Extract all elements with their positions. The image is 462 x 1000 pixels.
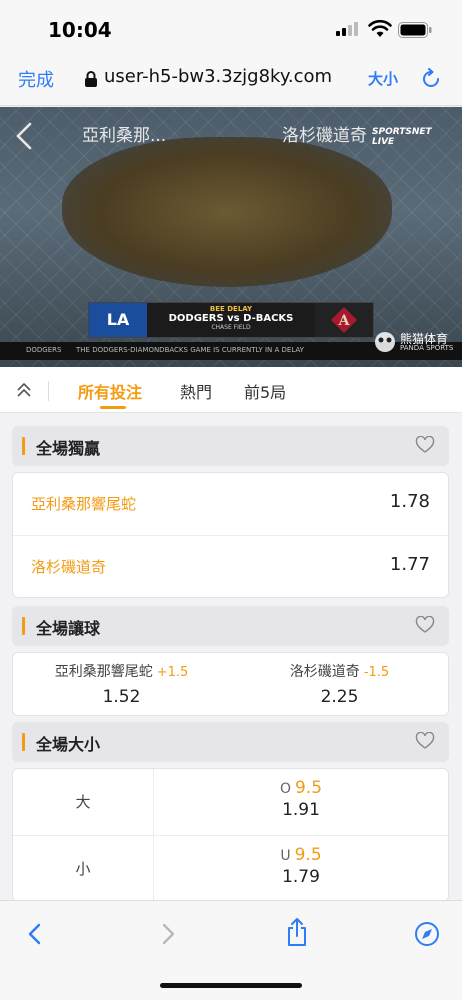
dodgers-logo: LA	[89, 303, 147, 337]
moneyline-odds: 1.77	[389, 554, 430, 575]
handicap-odds: 1.52	[102, 687, 141, 707]
status-time: 10:04	[48, 18, 112, 42]
handicap-odds: 2.25	[320, 687, 359, 707]
section-accent-bar	[22, 733, 25, 751]
browser-address-bar: 完成 user-h5-bw3.3zjg8ky.com 大小	[0, 56, 462, 106]
url-text[interactable]: user-h5-bw3.3zjg8ky.com	[104, 66, 332, 87]
video-team-right: 洛杉磯道奇	[282, 126, 367, 146]
tab-first-5-innings[interactable]: 前5局	[244, 379, 286, 403]
under-odds: 1.79	[282, 867, 320, 887]
battery-icon	[398, 22, 432, 38]
brand-sub: PANDA SPORTS	[400, 344, 454, 352]
total-title: 全場大小	[36, 735, 101, 754]
panda-logo-icon	[375, 332, 395, 352]
handicap-line: -1.5	[363, 665, 390, 680]
handicap-title: 全場讓球	[36, 619, 101, 638]
back-icon[interactable]	[22, 921, 48, 947]
moneyline-team: 洛杉磯道奇	[31, 558, 107, 576]
total-card: 大 O 9.5 1.91 小 U 9.5 1.79	[12, 768, 449, 902]
banner-venue: CHASE FIELD	[211, 324, 251, 331]
under-label: 小	[75, 860, 91, 878]
active-tab-indicator	[100, 406, 126, 409]
share-icon[interactable]	[284, 917, 310, 947]
total-header[interactable]: 全場大小	[12, 722, 449, 762]
lock-icon	[85, 71, 97, 87]
heart-icon[interactable]	[415, 616, 435, 634]
heart-icon[interactable]	[415, 436, 435, 454]
handicap-line: +1.5	[156, 665, 189, 680]
over-odds: 1.91	[282, 800, 320, 820]
handicap-team: 亞利桑那響尾蛇	[54, 664, 153, 680]
collapse-all-icon[interactable]	[14, 381, 34, 399]
over-line: 9.5	[294, 778, 323, 798]
back-arrow-icon[interactable]	[14, 122, 36, 150]
score-banner: LA BEE DELAY DODGERS vs D-BACKS CHASE FI…	[88, 302, 374, 338]
channel-logo: SPORTSNET LIVE	[372, 127, 432, 147]
video-team-left: 亞利桑那...	[82, 126, 167, 146]
moneyline-odds: 1.78	[389, 491, 430, 512]
status-bar: 10:04	[0, 0, 462, 56]
cellular-signal-icon	[336, 22, 358, 36]
tab-divider	[48, 381, 49, 401]
handicap-team: 洛杉磯道奇	[289, 664, 360, 680]
ticker-team: DODGERS	[26, 346, 62, 354]
moneyline-team: 亞利桑那響尾蛇	[31, 495, 137, 513]
handicap-option[interactable]: 亞利桑那響尾蛇 +1.5 1.52	[13, 653, 230, 715]
done-button[interactable]: 完成	[18, 66, 54, 92]
moneyline-card: 亞利桑那響尾蛇 1.78 洛杉磯道奇 1.77	[12, 472, 449, 598]
svg-text:A: A	[338, 313, 351, 329]
tab-popular[interactable]: 熱門	[180, 379, 212, 403]
handicap-card: 亞利桑那響尾蛇 +1.5 1.52 洛杉磯道奇 -1.5 2.25	[12, 652, 449, 716]
over-prefix: O	[279, 781, 291, 797]
moneyline-title: 全場獨贏	[36, 439, 101, 458]
under-prefix: U	[280, 848, 291, 864]
ticker-text: THE DODGERS-DIAMONDBACKS GAME IS CURRENT…	[76, 346, 304, 354]
video-bee-swarm	[62, 137, 392, 287]
under-option[interactable]: U 9.5 1.79	[154, 836, 448, 902]
over-option[interactable]: O 9.5 1.91	[154, 769, 448, 835]
tab-all-bets[interactable]: 所有投注	[78, 379, 142, 403]
forward-icon[interactable]	[155, 921, 181, 947]
handicap-option[interactable]: 洛杉磯道奇 -1.5 2.25	[231, 653, 448, 715]
moneyline-row[interactable]: 洛杉磯道奇 1.77	[13, 536, 448, 598]
reload-icon[interactable]	[420, 68, 442, 90]
text-size-button[interactable]: 大小	[368, 68, 398, 89]
moneyline-header[interactable]: 全場獨贏	[12, 426, 449, 466]
under-line: 9.5	[294, 845, 322, 865]
compass-icon[interactable]	[414, 921, 440, 947]
section-accent-bar	[22, 617, 25, 635]
wifi-icon	[368, 20, 392, 37]
moneyline-row[interactable]: 亞利桑那響尾蛇 1.78	[13, 473, 448, 535]
dbacks-logo: A	[315, 303, 373, 337]
banner-top: BEE DELAY	[209, 305, 253, 313]
handicap-header[interactable]: 全場讓球	[12, 606, 449, 646]
heart-icon[interactable]	[415, 732, 435, 750]
home-indicator	[160, 983, 302, 988]
banner-match: DODGERS vs D-BACKS	[168, 313, 294, 324]
over-label: 大	[75, 793, 91, 811]
section-accent-bar	[22, 437, 25, 455]
market-tabs: 所有投注 熱門 前5局	[0, 367, 462, 413]
